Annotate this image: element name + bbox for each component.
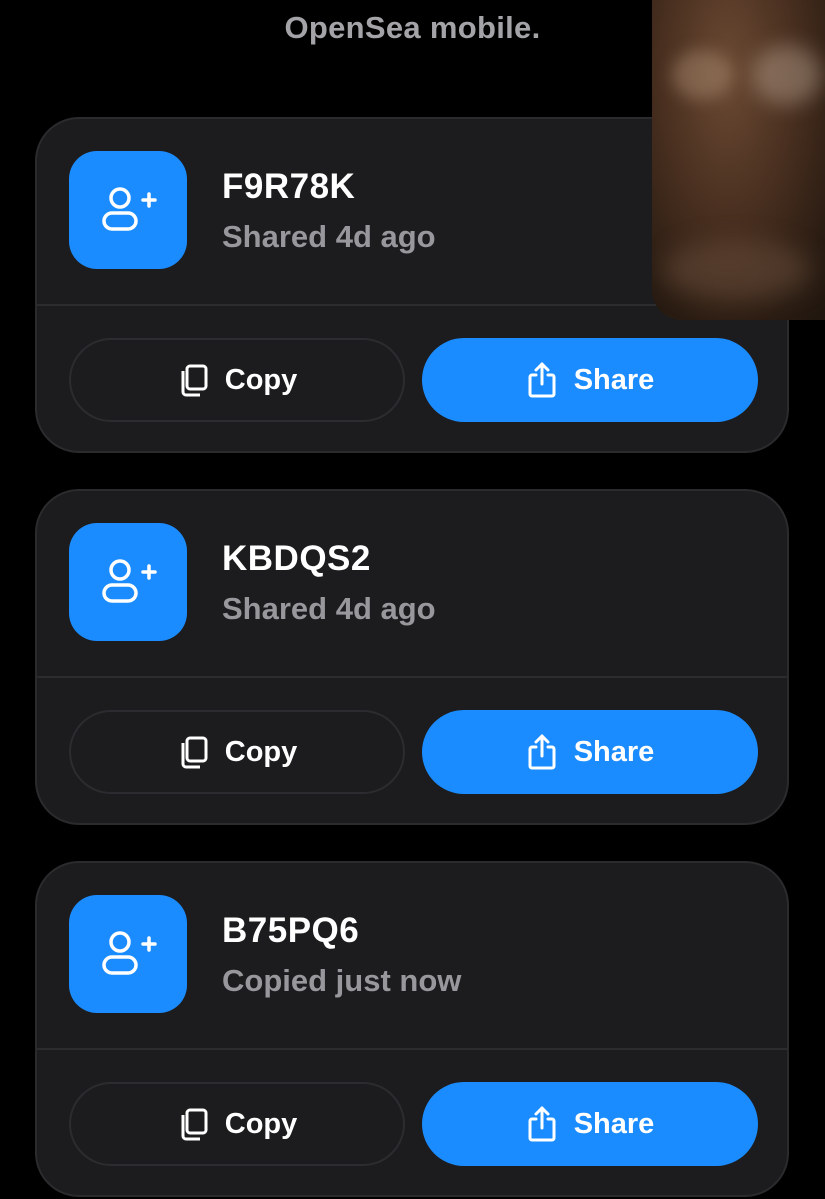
share-label: Share [573, 363, 655, 396]
share-button[interactable]: Share [422, 710, 758, 794]
copy-label: Copy [224, 735, 298, 768]
video-overlay[interactable] [652, 0, 825, 320]
invite-card: B75PQ6 Copied just now Copy Share [35, 861, 789, 1197]
invite-code: B75PQ6 [222, 911, 360, 950]
invite-code: KBDQS2 [222, 539, 371, 578]
invite-card: KBDQS2 Shared 4d ago Copy Share [35, 489, 789, 825]
copy-button[interactable]: Copy [69, 338, 405, 422]
share-icon [526, 733, 558, 771]
share-button[interactable]: Share [422, 338, 758, 422]
copy-label: Copy [224, 363, 298, 396]
invite-status: Copied just now [222, 963, 462, 998]
share-icon [526, 361, 558, 399]
copy-icon [177, 363, 209, 397]
invite-card-header: KBDQS2 Shared 4d ago [37, 491, 787, 678]
copy-button[interactable]: Copy [69, 710, 405, 794]
copy-button[interactable]: Copy [69, 1082, 405, 1166]
copy-icon [177, 1107, 209, 1141]
share-label: Share [573, 1107, 655, 1140]
invite-card-header: B75PQ6 Copied just now [37, 863, 787, 1050]
share-icon [526, 1105, 558, 1143]
share-label: Share [573, 735, 655, 768]
add-user-icon [69, 151, 187, 269]
invite-status: Shared 4d ago [222, 219, 436, 254]
add-user-icon [69, 523, 187, 641]
copy-icon [177, 735, 209, 769]
invite-status: Shared 4d ago [222, 591, 436, 626]
copy-label: Copy [224, 1107, 298, 1140]
invite-code: F9R78K [222, 167, 356, 206]
add-user-icon [69, 895, 187, 1013]
share-button[interactable]: Share [422, 1082, 758, 1166]
invite-codes-screen: OpenSea mobile. F9R78K Shared 4d ago Cop… [0, 0, 825, 1199]
